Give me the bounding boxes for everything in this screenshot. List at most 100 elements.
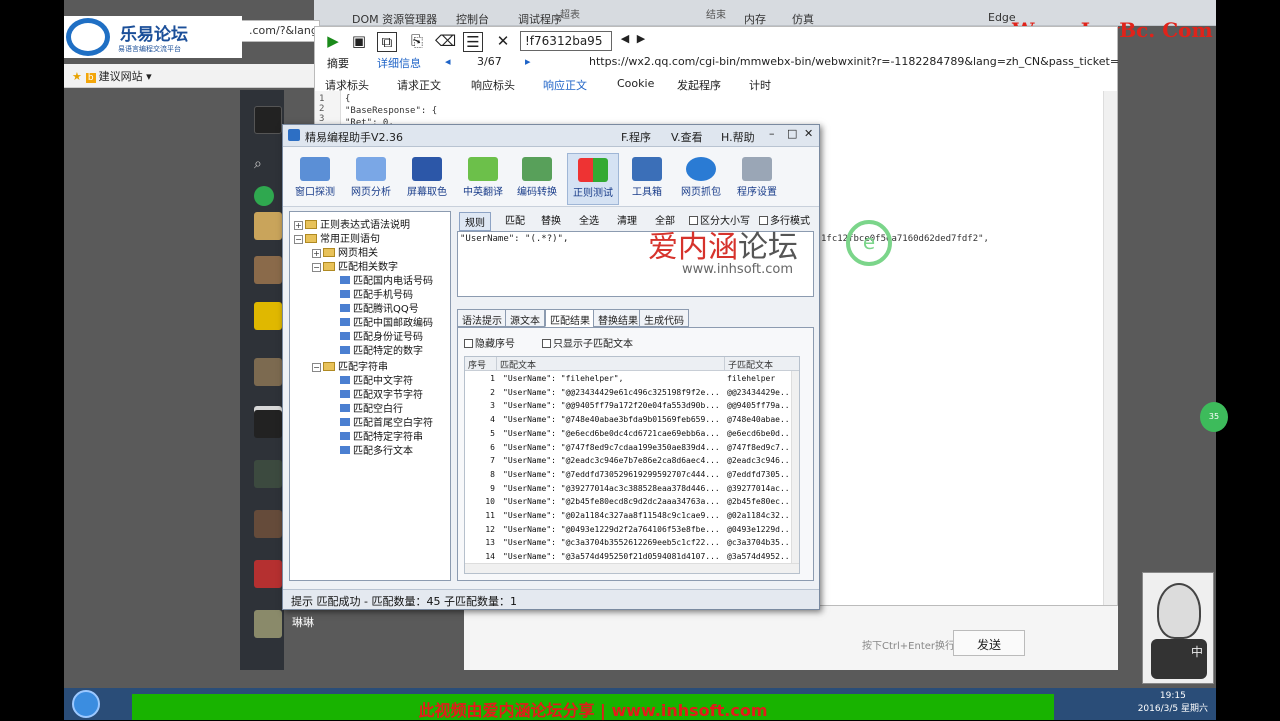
- table-vscroll[interactable]: [791, 371, 799, 563]
- tab-request-body[interactable]: 请求正文: [397, 77, 441, 93]
- table-hscroll[interactable]: [465, 563, 799, 573]
- notification-bubble[interactable]: 35: [1200, 402, 1228, 432]
- regex-tab-clear[interactable]: 清理: [617, 212, 637, 227]
- hide-index-checkbox[interactable]: 隐藏序号: [464, 335, 515, 350]
- expand-icon[interactable]: +: [294, 221, 303, 230]
- table-row[interactable]: 6 "UserName": "@747f8ed9c7cdaa199e350ae83…: [465, 442, 799, 455]
- table-row[interactable]: 3 "UserName": "@@9405ff79a172f20e04fa553d…: [465, 400, 799, 413]
- tab-details[interactable]: 详细信息: [377, 55, 421, 71]
- tool-encode[interactable]: 编码转换: [511, 153, 563, 205]
- close-icon[interactable]: ✕: [493, 32, 513, 52]
- contact-name[interactable]: 琳琳: [292, 614, 314, 630]
- play-icon[interactable]: ▶: [323, 32, 343, 52]
- tree-leaf[interactable]: 匹配腾讯QQ号: [340, 300, 419, 315]
- collapse-icon[interactable]: −: [294, 235, 303, 244]
- tree-leaf[interactable]: 匹配身份证号码: [340, 328, 423, 343]
- table-row[interactable]: 2 "UserName": "@@23434429e61c496c325198f9…: [465, 387, 799, 400]
- code-scrollbar[interactable]: [1103, 91, 1117, 605]
- next-icon[interactable]: ▶: [631, 32, 651, 52]
- avatar[interactable]: [254, 510, 282, 538]
- tool-regex-test[interactable]: 正则测试: [567, 153, 619, 205]
- regex-tab-replace[interactable]: 替换: [541, 212, 561, 227]
- table-row[interactable]: 13 "UserName": "@c3a3704b3552612269eeb5c1…: [465, 537, 799, 550]
- search-icon[interactable]: ⌕: [254, 156, 262, 172]
- filter-input[interactable]: !f76312ba95: [520, 31, 612, 51]
- avatar[interactable]: [254, 610, 282, 638]
- chat-icon[interactable]: [254, 186, 274, 206]
- maximize-icon[interactable]: □: [787, 127, 797, 140]
- regex-tab-rule[interactable]: 规则: [459, 212, 491, 231]
- table-row[interactable]: 5 "UserName": "@e6ecd6be0dc4cd6721cae69eb…: [465, 428, 799, 441]
- avatar[interactable]: [254, 212, 282, 240]
- tab-timing[interactable]: 计时: [749, 77, 771, 93]
- minimize-icon[interactable]: –: [769, 127, 775, 140]
- save-icon[interactable]: ▣: [349, 32, 369, 52]
- regex-tab-select-all[interactable]: 全选: [579, 212, 599, 227]
- col-submatch[interactable]: 子匹配文本: [725, 357, 799, 371]
- tool-color-picker[interactable]: 屏幕取色: [401, 153, 453, 205]
- tool-packet-capture[interactable]: 网页抓包: [675, 153, 727, 205]
- collapse-icon[interactable]: −: [312, 363, 321, 372]
- tree-leaf[interactable]: 匹配特定的数字: [340, 342, 423, 357]
- tree-leaf[interactable]: 匹配手机号码: [340, 286, 413, 301]
- tool-toolbox[interactable]: 工具箱: [621, 153, 673, 205]
- tab-response-headers[interactable]: 响应标头: [471, 77, 515, 93]
- avatar[interactable]: [254, 460, 282, 488]
- col-match-text[interactable]: 匹配文本: [497, 357, 725, 371]
- menu-program[interactable]: F.程序: [621, 129, 651, 145]
- col-index[interactable]: 序号: [465, 357, 497, 371]
- tab-syntax-hint[interactable]: 语法提示: [457, 309, 507, 327]
- table-row[interactable]: 4 "UserName": "@748e40abae3bfda9b01569feb…: [465, 414, 799, 427]
- next-request-icon[interactable]: ▸: [525, 55, 531, 68]
- tree-leaf[interactable]: 匹配双字节字符: [340, 386, 423, 401]
- tab-source-text[interactable]: 源文本: [505, 309, 545, 327]
- tool-page-analysis[interactable]: 网页分析: [345, 153, 397, 205]
- tab-memory[interactable]: 内存: [744, 11, 766, 27]
- expand-icon[interactable]: +: [312, 249, 321, 258]
- address-bar[interactable]: .com/?&lang: [240, 20, 320, 42]
- tab-cookie[interactable]: Cookie: [617, 77, 654, 90]
- table-row[interactable]: 9 "UserName": "@39277014ac3c388528eaa378d…: [465, 483, 799, 496]
- request-url[interactable]: https://wx2.qq.com/cgi-bin/mmwebx-bin/we…: [589, 55, 1119, 68]
- avatar[interactable]: [254, 106, 282, 134]
- tab-console[interactable]: 控制台: [456, 11, 489, 27]
- tool-settings[interactable]: 程序设置: [731, 153, 783, 205]
- collapse-icon[interactable]: −: [312, 263, 321, 272]
- tree-leaf[interactable]: 匹配国内电话号码: [340, 272, 433, 287]
- tab-generate-code[interactable]: 生成代码: [639, 309, 689, 327]
- tool-translate[interactable]: 中英翻译: [457, 153, 509, 205]
- tree-leaf[interactable]: 匹配多行文本: [340, 442, 413, 457]
- tree-leaf[interactable]: 匹配空白行: [340, 400, 403, 415]
- menu-view[interactable]: V.查看: [671, 129, 703, 145]
- tree-leaf[interactable]: 匹配特定字符串: [340, 428, 423, 443]
- tab-emulation[interactable]: 仿真: [792, 11, 814, 27]
- only-submatch-checkbox[interactable]: 只显示子匹配文本: [542, 335, 633, 350]
- tree-leaf[interactable]: 匹配中国邮政编码: [340, 314, 433, 329]
- close-icon[interactable]: ✕: [804, 127, 813, 140]
- table-row[interactable]: 10 "UserName": "@2b45fe80ecd8c9d2dc2aaa34…: [465, 496, 799, 509]
- tab-response-body[interactable]: 响应正文: [543, 77, 587, 93]
- filter-icon[interactable]: ☰: [463, 32, 483, 52]
- send-button[interactable]: 发送: [953, 630, 1025, 656]
- clear-icon[interactable]: ⌫: [435, 32, 456, 52]
- avatar[interactable]: [254, 410, 282, 438]
- copy-icon[interactable]: ⧉: [377, 32, 397, 52]
- clock[interactable]: 19:15 2016/3/5 星期六: [1138, 690, 1208, 716]
- tree-node-numbers[interactable]: − 匹配相关数字: [312, 258, 398, 273]
- menu-help[interactable]: H.帮助: [721, 129, 755, 145]
- avatar[interactable]: [254, 256, 282, 284]
- suggested-sites-link[interactable]: 建议网站: [99, 70, 143, 83]
- tab-replace-result[interactable]: 替换结果: [593, 309, 643, 327]
- avatar[interactable]: [254, 358, 282, 386]
- tree-leaf[interactable]: 匹配中文字符: [340, 372, 413, 387]
- table-row[interactable]: 11 "UserName": "@02a1184c327aa8f11548c9c1…: [465, 510, 799, 523]
- tool-window-probe[interactable]: 窗口探测: [289, 153, 341, 205]
- start-button[interactable]: [72, 690, 100, 718]
- export-icon[interactable]: ⎘: [407, 32, 427, 52]
- tree-node-common[interactable]: − 常用正则语句: [294, 230, 380, 245]
- tree-node-web[interactable]: + 网页相关: [312, 244, 378, 259]
- prev-request-icon[interactable]: ◂: [445, 55, 451, 68]
- tab-dom-explorer[interactable]: DOM 资源管理器: [352, 11, 437, 27]
- star-icon[interactable]: ★: [72, 70, 82, 83]
- tab-summary[interactable]: 摘要: [327, 55, 349, 71]
